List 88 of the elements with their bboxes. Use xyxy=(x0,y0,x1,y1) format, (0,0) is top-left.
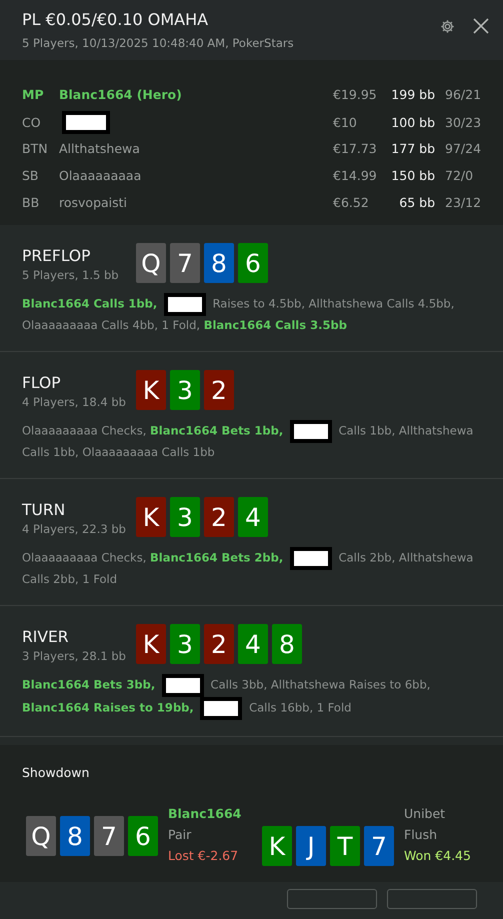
player-stack-bb: 150 bb xyxy=(390,168,436,183)
showdown-title: Showdown xyxy=(22,765,90,780)
player-stats: 72/0 xyxy=(445,168,474,183)
player-name: Olaaaaaaaaa xyxy=(59,168,142,183)
street-name: RIVER xyxy=(22,628,70,646)
showdown-player: Unibet xyxy=(404,806,446,821)
player-name: rosvopaisti xyxy=(59,195,128,210)
settings-icon[interactable] xyxy=(440,18,455,34)
player-stack-bb: 199 bb xyxy=(390,87,436,102)
player-stack-bb: 100 bb xyxy=(390,115,436,130)
player-stats: 96/21 xyxy=(445,87,482,102)
player-position: MP xyxy=(22,87,45,102)
hand-result: Lost €-2.67 xyxy=(168,848,240,863)
hand-result: Won €4.45 xyxy=(404,848,472,863)
player-position: BTN xyxy=(22,141,49,156)
hero-action: Blanc1664 Bets 2bb, xyxy=(150,550,284,565)
player-name: Blanc1664 (Hero) xyxy=(59,87,182,102)
player-stats: 23/12 xyxy=(445,195,482,210)
playing-card: 2 xyxy=(204,624,234,664)
playing-card: 8 xyxy=(60,816,90,856)
redacted-mark xyxy=(290,547,332,570)
street-info: 5 Players, 1.5 bb xyxy=(22,268,120,282)
street-name: PREFLOP xyxy=(22,247,92,265)
playing-card: Q xyxy=(136,243,166,283)
action-text: Calls 1bb, Olaaaaaaaaa Calls 1bb xyxy=(22,445,215,459)
playing-card: 4 xyxy=(238,497,268,537)
action-text: Calls 3bb, Allthatshewa Raises to 6bb, xyxy=(210,678,430,692)
player-position: CO xyxy=(22,115,42,130)
player-stats: 97/24 xyxy=(445,141,482,156)
playing-card: K xyxy=(136,624,166,664)
player-name: Allthatshewa xyxy=(59,141,140,156)
playing-card: K xyxy=(262,826,292,866)
action-text: Calls 2bb, Allthatshewa xyxy=(338,550,474,565)
player-stack: €14.99 xyxy=(333,168,378,183)
playing-card: 7 xyxy=(364,826,394,866)
street-name: TURN xyxy=(22,501,66,519)
playing-card: 3 xyxy=(170,624,200,664)
playing-card: 8 xyxy=(204,243,234,283)
action-text: Raises to 4.5bb, Allthatshewa Calls 4.5bb, xyxy=(212,296,454,311)
playing-card: K xyxy=(136,370,166,410)
player-stack: €17.73 xyxy=(333,141,378,156)
close-icon[interactable] xyxy=(473,18,489,34)
action-text: Olaaaaaaaaa Checks, xyxy=(22,550,146,565)
action-text: Calls 16bb, 1 Fold xyxy=(249,700,352,715)
action-text: Calls 1bb, Allthatshewa xyxy=(338,424,474,438)
player-stack: €10 xyxy=(333,115,358,130)
playing-card: J xyxy=(296,826,326,866)
player-stack: €6.52 xyxy=(333,195,370,210)
player-stats: 30/23 xyxy=(445,115,482,130)
playing-card: 8 xyxy=(272,624,302,664)
playing-card: 6 xyxy=(238,243,268,283)
action-text: Calls 2bb, 1 Fold xyxy=(22,572,118,586)
hero-action: Blanc1664 Calls 1bb, xyxy=(22,296,158,311)
hand-info: 5 Players, 10/13/2025 10:48:40 AM, PokerStars xyxy=(22,36,294,50)
action-text: Olaaaaaaaaa Checks, xyxy=(22,424,146,438)
showdown-player: Blanc1664 xyxy=(168,806,242,821)
hero-action: Blanc1664 Bets 3bb, xyxy=(22,678,156,692)
playing-card: 6 xyxy=(128,816,158,856)
playing-card: 2 xyxy=(204,497,234,537)
playing-card: 7 xyxy=(170,243,200,283)
street-info: 4 Players, 18.4 bb xyxy=(22,395,127,409)
street-info: 4 Players, 22.3 bb xyxy=(22,522,127,536)
playing-card: 3 xyxy=(170,370,200,410)
playing-card: K xyxy=(136,497,166,537)
window-title: PL €0.05/€0.10 OMAHA xyxy=(22,10,210,29)
action-text: Olaaaaaaaaa Calls 4bb, 1 Fold, xyxy=(22,318,200,332)
hand-rank: Flush xyxy=(404,827,438,842)
player-stack-bb: 177 bb xyxy=(390,141,436,156)
redacted-mark xyxy=(162,674,204,697)
playing-card: 7 xyxy=(94,816,124,856)
hero-action: Blanc1664 Bets 1bb, xyxy=(150,424,284,438)
redacted-mark xyxy=(290,420,332,443)
playing-card: T xyxy=(330,826,360,866)
playing-card: 2 xyxy=(204,370,234,410)
player-position: SB xyxy=(22,168,40,183)
player-stack-bb: 65 bb xyxy=(398,195,436,210)
redacted-mark xyxy=(200,697,242,720)
playing-card: 3 xyxy=(170,497,200,537)
hand-rank: Pair xyxy=(168,827,192,842)
playing-card: Q xyxy=(26,816,56,856)
hero-action: Blanc1664 Calls 3.5bb xyxy=(204,318,347,332)
player-stack: €19.95 xyxy=(333,87,378,102)
redacted-mark xyxy=(164,293,206,316)
hero-action: Blanc1664 Raises to 19bb, xyxy=(22,700,194,715)
street-name: FLOP xyxy=(22,374,62,392)
player-position: BB xyxy=(22,195,40,210)
playing-card: 4 xyxy=(238,624,268,664)
street-info: 3 Players, 28.1 bb xyxy=(22,649,127,663)
